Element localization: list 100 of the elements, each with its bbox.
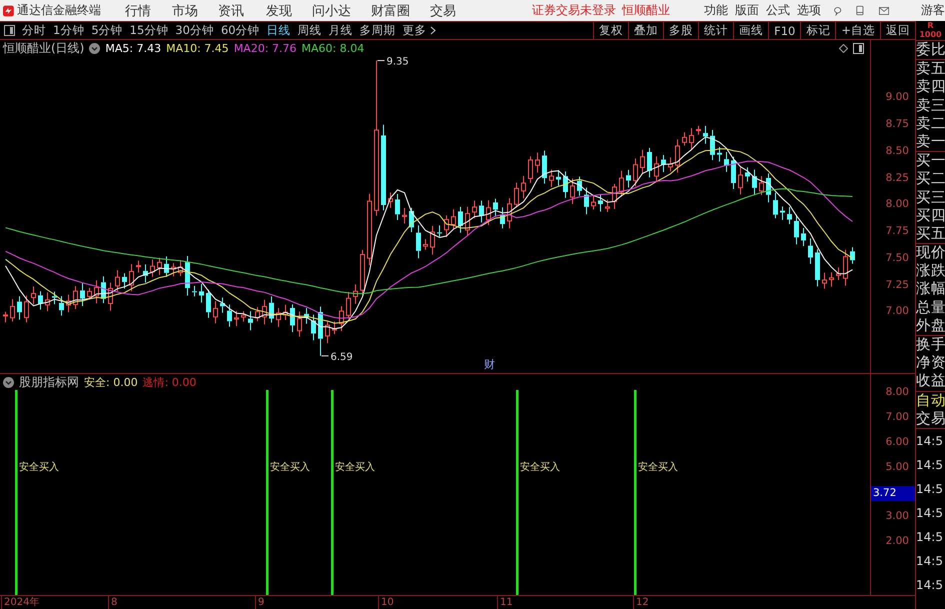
candlestick bbox=[612, 184, 617, 210]
candlestick bbox=[388, 192, 393, 209]
candlestick bbox=[822, 272, 827, 290]
period-tab[interactable]: 1分钟 bbox=[53, 22, 84, 40]
menu-item[interactable]: 发现 bbox=[266, 2, 292, 20]
toolbar-button[interactable]: 叠加 bbox=[628, 22, 664, 40]
toolbar-button[interactable]: 多股 bbox=[663, 22, 698, 40]
candlestick bbox=[850, 247, 855, 265]
panel-toggle-icon[interactable] bbox=[853, 43, 864, 54]
period-tab[interactable]: 周线 bbox=[298, 22, 322, 40]
menu-item[interactable]: 交易 bbox=[430, 2, 456, 20]
ma-value: MA10: 7.45 bbox=[166, 42, 229, 56]
menu-item[interactable]: 财富圈 bbox=[370, 2, 410, 20]
period-tab[interactable]: 60分钟 bbox=[220, 22, 260, 40]
time-label: 14:5 bbox=[916, 528, 944, 546]
dropdown-circle-icon[interactable] bbox=[3, 376, 14, 388]
candlestick bbox=[584, 188, 589, 216]
menu-item[interactable]: 功能 bbox=[704, 2, 728, 19]
date-label: 9 bbox=[255, 596, 264, 609]
candlestick bbox=[220, 298, 225, 314]
candlestick bbox=[437, 225, 442, 238]
menu-item[interactable]: 行情 bbox=[124, 2, 151, 20]
price-tick: 7.00 bbox=[886, 305, 909, 318]
candlestick bbox=[493, 198, 498, 218]
toolbar-button[interactable]: 画线 bbox=[733, 22, 768, 40]
candlestick bbox=[528, 156, 533, 184]
mail-icon[interactable] bbox=[878, 6, 889, 16]
quote-field-label: 买三 bbox=[916, 188, 945, 207]
time-label: 14:5 bbox=[916, 504, 944, 522]
candlestick bbox=[689, 128, 694, 151]
candlestick bbox=[318, 306, 323, 357]
diamond-icon[interactable] bbox=[839, 44, 848, 54]
quote-field-label: 买四 bbox=[916, 206, 945, 225]
candlestick bbox=[185, 256, 190, 296]
more-button[interactable]: 更多 bbox=[402, 22, 436, 40]
price-tick: 8.75 bbox=[886, 118, 909, 130]
candlestick bbox=[129, 264, 134, 292]
chat-icon[interactable] bbox=[832, 4, 842, 16]
signal-label: 安全买入 bbox=[19, 462, 59, 474]
period-tab[interactable]: 30分钟 bbox=[175, 22, 214, 40]
candlestick bbox=[108, 282, 113, 312]
toolbar-button[interactable]: 统计 bbox=[698, 22, 734, 40]
period-tab[interactable]: 15分钟 bbox=[130, 22, 168, 40]
toolbar-button[interactable]: +自选 bbox=[835, 22, 880, 40]
time-label: 14:5 bbox=[916, 456, 944, 474]
quote-field-label: 自动 bbox=[916, 392, 945, 410]
candlestick bbox=[626, 170, 631, 188]
panel-header-label: 1000 bbox=[919, 30, 942, 39]
price-tick: 8.25 bbox=[886, 172, 909, 184]
candlestick bbox=[710, 130, 715, 161]
candlestick bbox=[668, 157, 673, 172]
period-tab[interactable]: 分时 bbox=[22, 22, 46, 40]
event-marker[interactable]: 财 bbox=[484, 358, 495, 372]
candlestick bbox=[150, 259, 155, 278]
period-tab[interactable]: 多周期 bbox=[360, 22, 396, 40]
candlestick bbox=[360, 250, 365, 296]
ma-value: MA5: 7.43 bbox=[105, 42, 162, 56]
candlestick bbox=[465, 206, 470, 237]
user-label[interactable]: 游客 bbox=[921, 2, 945, 19]
toolbar-button[interactable]: F10 bbox=[768, 22, 800, 40]
time-label: 14:5 bbox=[916, 480, 944, 498]
toolbar-button[interactable]: 标记 bbox=[800, 22, 836, 40]
period-tab[interactable]: 5分钟 bbox=[91, 22, 123, 40]
candlestick bbox=[556, 170, 561, 187]
panel-toggle-icon[interactable] bbox=[4, 25, 15, 36]
period-tab[interactable]: 月线 bbox=[328, 22, 353, 40]
chevron-right-icon bbox=[430, 26, 436, 36]
menu-item[interactable]: 版面 bbox=[734, 2, 759, 19]
candlestick bbox=[598, 194, 603, 212]
candlestick bbox=[192, 286, 197, 298]
candlestick bbox=[549, 170, 554, 188]
menu-item[interactable]: 问小达 bbox=[312, 2, 351, 20]
menu-item[interactable]: 市场 bbox=[172, 2, 198, 20]
price-tick: 8.00 bbox=[886, 198, 909, 210]
candlestick bbox=[717, 146, 722, 162]
candlestick bbox=[500, 207, 505, 230]
login-status[interactable]: 证券交易未登录 bbox=[532, 2, 616, 19]
ma-value: MA60: 8.04 bbox=[302, 42, 364, 56]
candlestick bbox=[38, 291, 43, 310]
leader-line bbox=[377, 60, 385, 62]
menu-item[interactable]: 资讯 bbox=[218, 2, 244, 20]
candlestick bbox=[843, 250, 848, 287]
phone-icon[interactable] bbox=[856, 4, 864, 17]
candlestick bbox=[577, 176, 582, 197]
candlestick bbox=[416, 225, 421, 260]
candlestick bbox=[787, 206, 792, 226]
quote-field-label: 净资 bbox=[916, 354, 945, 372]
candlestick bbox=[521, 176, 526, 200]
dropdown-circle-icon[interactable] bbox=[89, 43, 100, 54]
quote-field-label: 涨幅 bbox=[916, 280, 945, 299]
menu-item[interactable]: 选项 bbox=[796, 2, 821, 19]
menu-item[interactable]: 公式 bbox=[766, 2, 790, 19]
candlestick bbox=[304, 308, 309, 325]
candlestick bbox=[682, 132, 687, 147]
candlestick bbox=[640, 150, 645, 175]
toolbar-button[interactable]: 复权 bbox=[593, 22, 628, 40]
quote-field-label: 卖三 bbox=[916, 96, 945, 115]
period-tab[interactable]: 日线 bbox=[266, 22, 291, 40]
candlestick bbox=[276, 308, 281, 328]
cursor-value-label: 3.72 bbox=[871, 486, 915, 502]
